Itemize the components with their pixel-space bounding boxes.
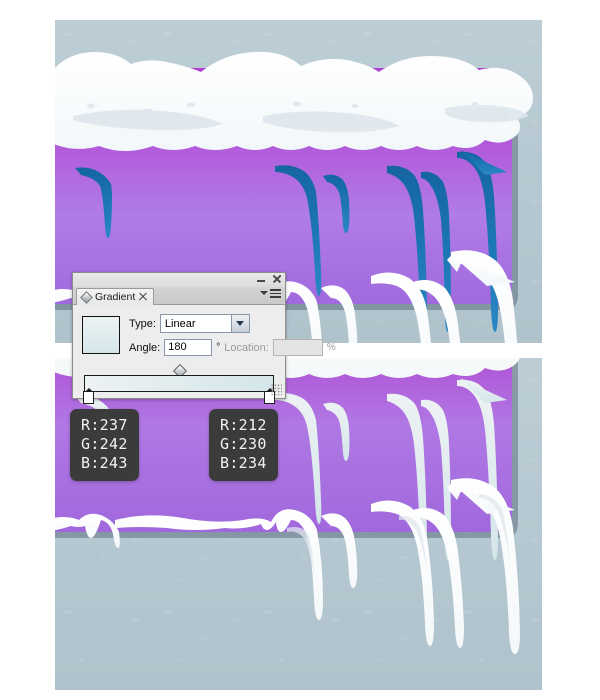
gradient-panel[interactable]: Gradient Type: Linear Angle: 180 ° Locat… [72, 272, 336, 404]
rgb-callout-right: R:212 G:230 B:234 [209, 409, 278, 481]
panel-body: Type: Linear Angle: 180 ° Location: % [73, 305, 336, 404]
angle-label: Angle: [129, 341, 161, 354]
close-icon[interactable] [272, 274, 282, 284]
angle-input[interactable]: 180 [164, 339, 213, 356]
resize-grip-icon[interactable] [271, 384, 282, 395]
hamburger-icon [270, 289, 281, 298]
gradient-preview-swatch[interactable] [82, 315, 120, 354]
chevron-down-icon[interactable] [230, 315, 249, 332]
gradient-fields: Type: Linear Angle: 180 ° Location: % [129, 313, 336, 356]
snow-banner-scene-after [55, 358, 542, 690]
gradient-ramp-bar[interactable] [84, 375, 274, 392]
rgb-r-value: R:237 [81, 416, 128, 434]
window-buttons [256, 274, 282, 284]
location-input [272, 339, 323, 356]
rgb-g-value: G:242 [81, 435, 128, 453]
type-label: Type: [129, 317, 156, 330]
gradient-controls-row: Type: Linear Angle: 180 ° Location: % [82, 313, 336, 356]
panel-titlebar[interactable] [73, 273, 285, 287]
panel-menu-icon[interactable] [260, 289, 281, 298]
chevron-down-icon [260, 291, 268, 296]
percent-unit-label: % [326, 342, 336, 353]
location-label: Location: [224, 341, 269, 354]
gradient-type-value: Linear [160, 315, 231, 332]
rgb-callout-left: R:237 G:242 B:243 [70, 409, 139, 481]
rgb-g-value: G:230 [220, 435, 267, 453]
angle-location-row: Angle: 180 ° Location: % [129, 339, 336, 356]
type-field-line: Type: Linear [129, 314, 336, 333]
degree-unit-label: ° [216, 342, 221, 353]
rgb-b-value: B:234 [220, 454, 267, 472]
canvas-bottom-after [55, 358, 542, 690]
panel-tabstrip: Gradient [73, 287, 285, 305]
gradient-type-select[interactable]: Linear [159, 314, 250, 333]
tab-close-icon[interactable] [139, 293, 147, 301]
rgb-r-value: R:212 [220, 416, 267, 434]
minimize-icon[interactable] [256, 274, 266, 284]
tab-gradient-label: Gradient [95, 290, 136, 303]
tab-gradient[interactable]: Gradient [76, 288, 155, 305]
gradient-diamond-icon [80, 290, 93, 304]
gradient-stop-left[interactable] [83, 388, 94, 404]
gradient-slider[interactable] [83, 363, 275, 404]
rgb-b-value: B:243 [81, 454, 128, 472]
